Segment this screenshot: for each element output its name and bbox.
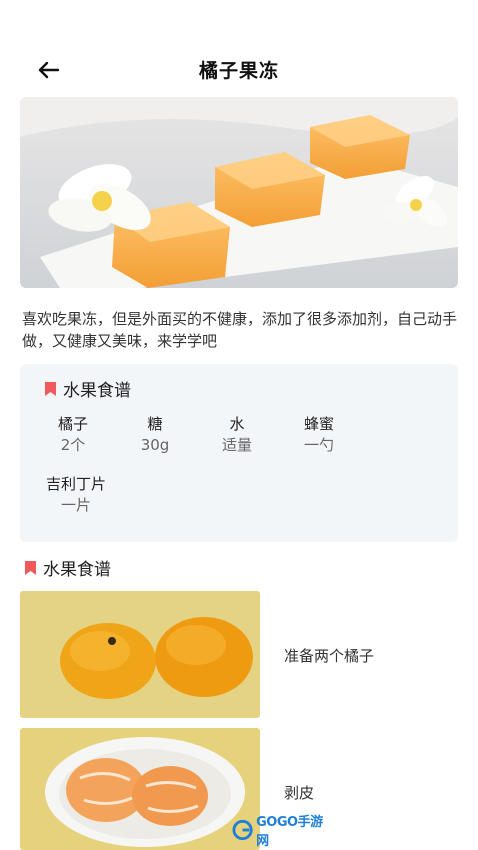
top-bar: 橘子果冻 [0, 48, 478, 92]
ingredients-card: 水果食谱 橘子 2个 糖 30g 水 适量 蜂蜜 一勺 吉利丁片 一片 [20, 364, 458, 542]
ingredients-header: 水果食谱 [44, 376, 131, 401]
gogo-logo-icon [232, 819, 253, 841]
ingredient-item: 橘子 2个 [48, 414, 98, 456]
ingredient-name: 蜂蜜 [303, 415, 334, 433]
ingredient-qty: 30g [140, 436, 170, 454]
step-image-peeled [20, 728, 260, 850]
steps-title: 水果食谱 [43, 560, 111, 580]
page-title: 橘子果冻 [198, 60, 279, 82]
intro-text: 喜欢吃果冻，但是外面买的不健康，添加了很多添加剂，自己动手做，又健康又美味，来学… [22, 310, 458, 350]
ingredient-name: 糖 [147, 415, 163, 433]
ingredient-qty: 适量 [221, 436, 252, 454]
ingredient-qty: 2个 [60, 436, 86, 454]
ingredient-item: 蜂蜜 一勺 [294, 414, 344, 456]
hero-image [20, 97, 458, 288]
watermark-text: GOGO手游网 [256, 815, 323, 849]
step-text: 剥皮 [284, 784, 315, 802]
watermark: GOGO手游网 [232, 815, 332, 849]
step-image-oranges [20, 591, 260, 718]
ingredient-item: 糖 30g [130, 414, 180, 456]
ingredient-name: 水 [229, 415, 245, 433]
step-text: 准备两个橘子 [284, 647, 375, 665]
ingredient-item: 吉利丁片 一片 [36, 474, 116, 516]
ingredients-title: 水果食谱 [63, 381, 131, 401]
bookmark-icon [25, 560, 36, 575]
ingredient-item: 水 适量 [212, 414, 262, 456]
bookmark-icon [45, 381, 56, 396]
ingredient-name: 吉利丁片 [45, 475, 106, 493]
ingredient-qty: 一勺 [303, 436, 334, 454]
ingredient-name: 橘子 [57, 415, 88, 433]
ingredient-qty: 一片 [60, 496, 91, 514]
steps-header: 水果食谱 [24, 555, 111, 580]
